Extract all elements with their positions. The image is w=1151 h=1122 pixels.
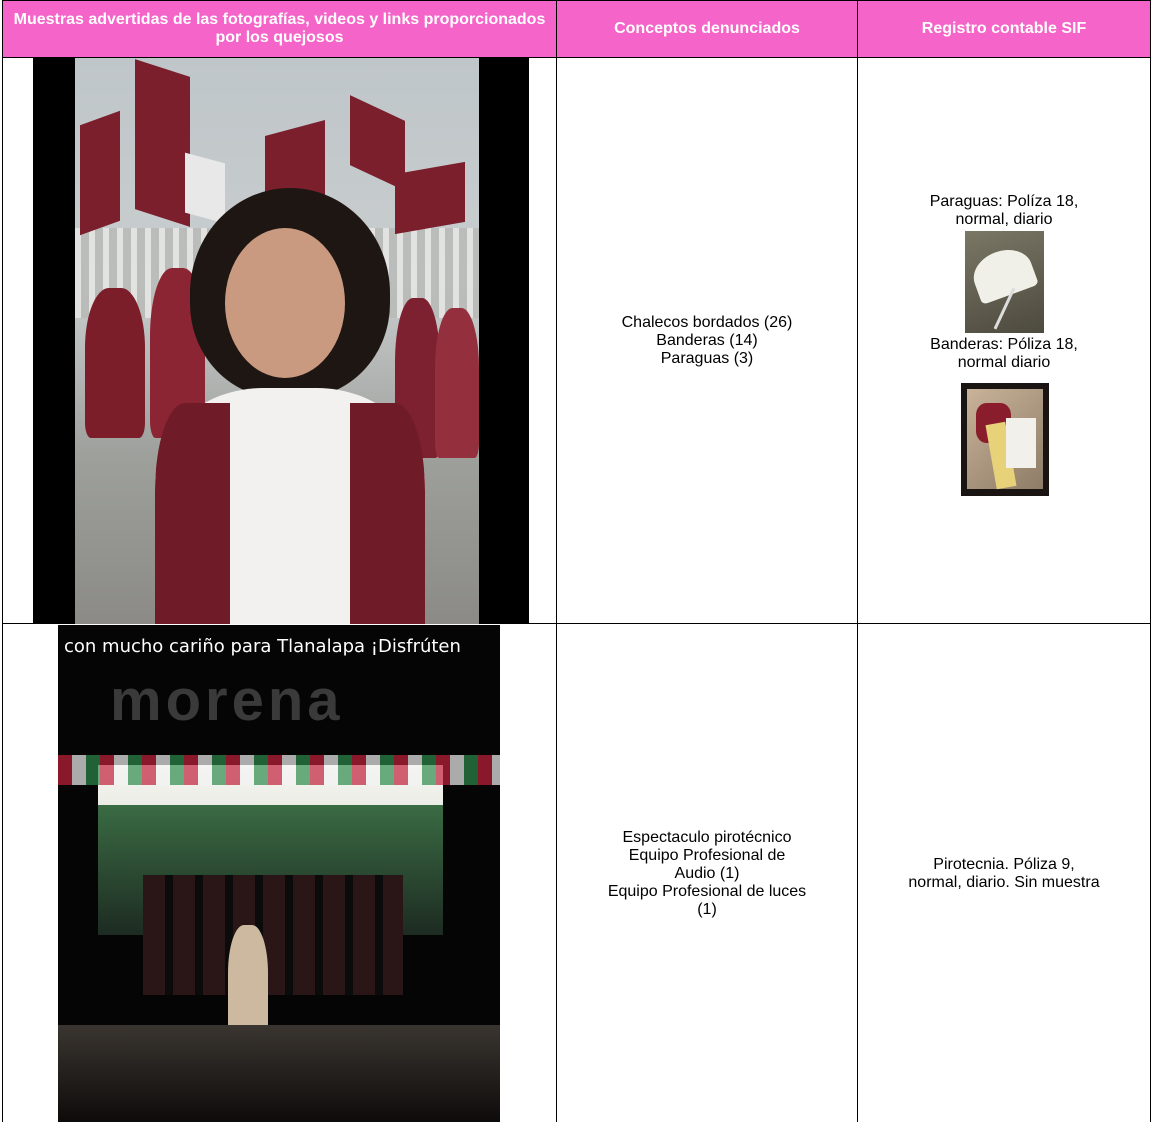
rally-scene xyxy=(75,58,479,624)
header-registro: Registro contable SIF xyxy=(858,1,1150,57)
header-registro-label: Registro contable SIF xyxy=(921,20,1087,37)
registro-line: Paraguas: Políza 18, xyxy=(929,193,1079,210)
concept-item: Chalecos bordados (26) xyxy=(621,313,793,331)
umbrella-sample-photo xyxy=(965,231,1044,333)
registro-line: Pirotecnia. Póliza 9, xyxy=(933,855,1075,873)
concept-item: Equipo Profesional de luces xyxy=(607,882,807,900)
registro-cell-2: Pirotecnia. Póliza 9, normal, diario. Si… xyxy=(858,624,1150,1122)
document-page: Muestras advertidas de las fotografías, … xyxy=(0,0,1151,1122)
registro-line: Banderas: Póliza 18, xyxy=(930,336,1078,353)
video-caption: con mucho cariño para Tlanalapa ¡Disfrút… xyxy=(64,636,461,657)
concept-item: Espectaculo pirotécnico xyxy=(622,828,792,846)
flags-sample-photo xyxy=(961,383,1049,496)
registro-line: normal, diario xyxy=(955,211,1053,228)
morena-sign: morena xyxy=(110,668,344,733)
registro-line: normal, diario. Sin muestra xyxy=(908,873,1100,891)
concepts-cell-1: Chalecos bordados (26) Banderas (14) Par… xyxy=(557,58,857,623)
concept-item: Audio (1) xyxy=(674,864,740,882)
registro-banderas-text: Banderas: Póliza 18, normal diario xyxy=(858,334,1150,374)
concept-item: Banderas (14) xyxy=(656,331,758,349)
concept-item: Equipo Profesional de xyxy=(628,846,786,864)
evidence-table: Muestras advertidas de las fotografías, … xyxy=(2,0,1151,1122)
registro-paraguas-text: Paraguas: Políza 18, normal, diario xyxy=(858,191,1150,231)
header-muestras-label: Muestras advertidas de las fotografías, … xyxy=(13,11,546,46)
concepts-cell-2: Espectaculo pirotécnico Equipo Profesion… xyxy=(557,624,857,1122)
woman-campaign-rally-photo xyxy=(33,58,529,624)
concept-item: Paraguas (3) xyxy=(660,349,754,367)
header-muestras: Muestras advertidas de las fotografías, … xyxy=(3,1,556,57)
header-conceptos-label: Conceptos denunciados xyxy=(614,20,800,37)
concept-item: (1) xyxy=(697,900,717,918)
registro-line: normal diario xyxy=(957,354,1051,371)
night-event-storefront-photo: con mucho cariño para Tlanalapa ¡Disfrút… xyxy=(58,625,500,1122)
header-conceptos: Conceptos denunciados xyxy=(557,1,857,57)
